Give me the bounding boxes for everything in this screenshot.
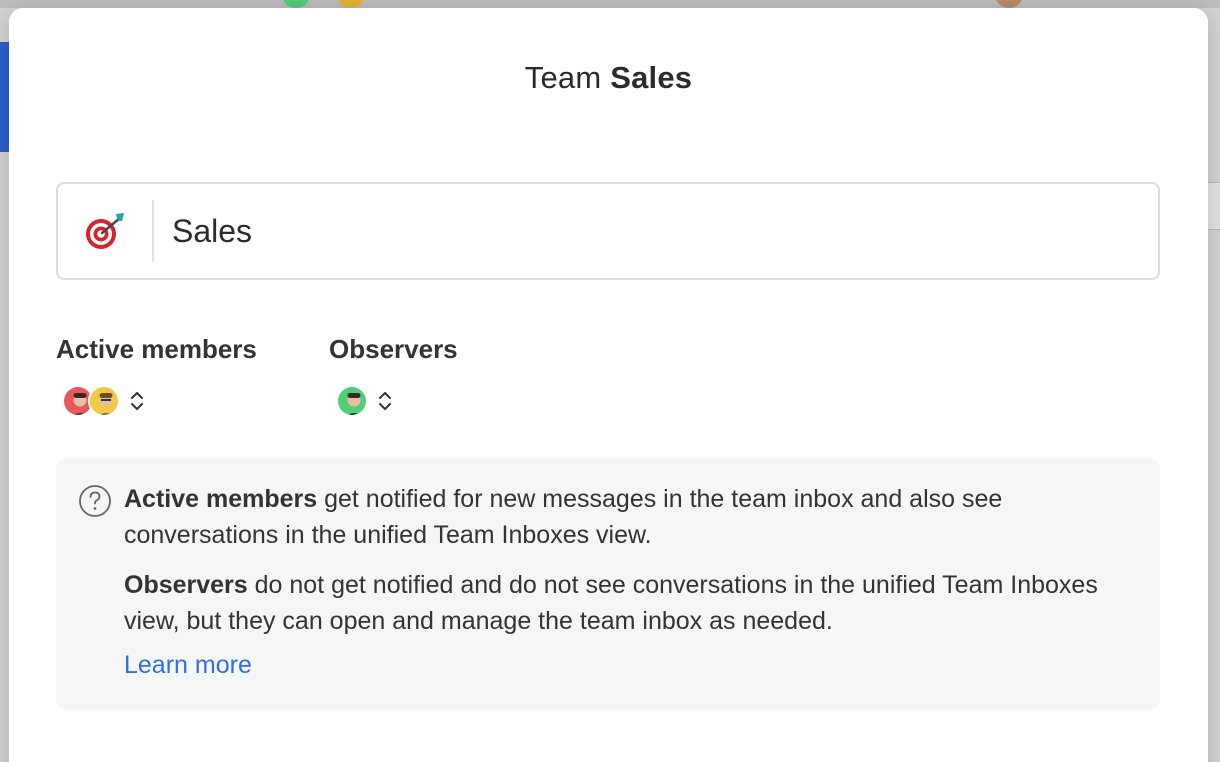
active-members-description: Active members get notified for new mess…: [124, 481, 1124, 553]
active-members-term: Active members: [124, 485, 318, 513]
chevron-up-down-icon: [378, 390, 392, 412]
active-members-label: Active members: [56, 334, 257, 364]
observers-label: Observers: [329, 334, 458, 364]
team-settings-modal: Team Sales Active members Observers: [9, 8, 1208, 762]
background-panel: [1206, 182, 1220, 230]
chevron-up-down-icon: [130, 390, 144, 412]
emoji-picker-button[interactable]: [58, 200, 154, 262]
observers-selector[interactable]: [336, 384, 392, 418]
team-name-input[interactable]: [154, 201, 1158, 261]
background-sidebar-accent: [0, 42, 9, 152]
observers-explanation: do not get notified and do not see conve…: [124, 571, 1098, 635]
modal-title: Team Sales: [9, 60, 1208, 96]
active-members-selector[interactable]: [62, 384, 144, 418]
modal-title-team-name: Sales: [610, 60, 693, 95]
member-avatar: [88, 385, 120, 417]
observers-description: Observers do not get notified and do not…: [124, 567, 1124, 639]
dart-target-icon: [86, 213, 124, 249]
observers-term: Observers: [124, 571, 248, 599]
modal-title-prefix: Team: [524, 60, 602, 95]
learn-more-link[interactable]: Learn more: [124, 651, 252, 680]
team-name-field: [56, 182, 1160, 280]
background-toolbar: [0, 0, 1220, 8]
observer-avatar: [336, 385, 368, 417]
info-box: Active members get notified for new mess…: [56, 458, 1160, 710]
question-circle-icon: [78, 484, 112, 518]
